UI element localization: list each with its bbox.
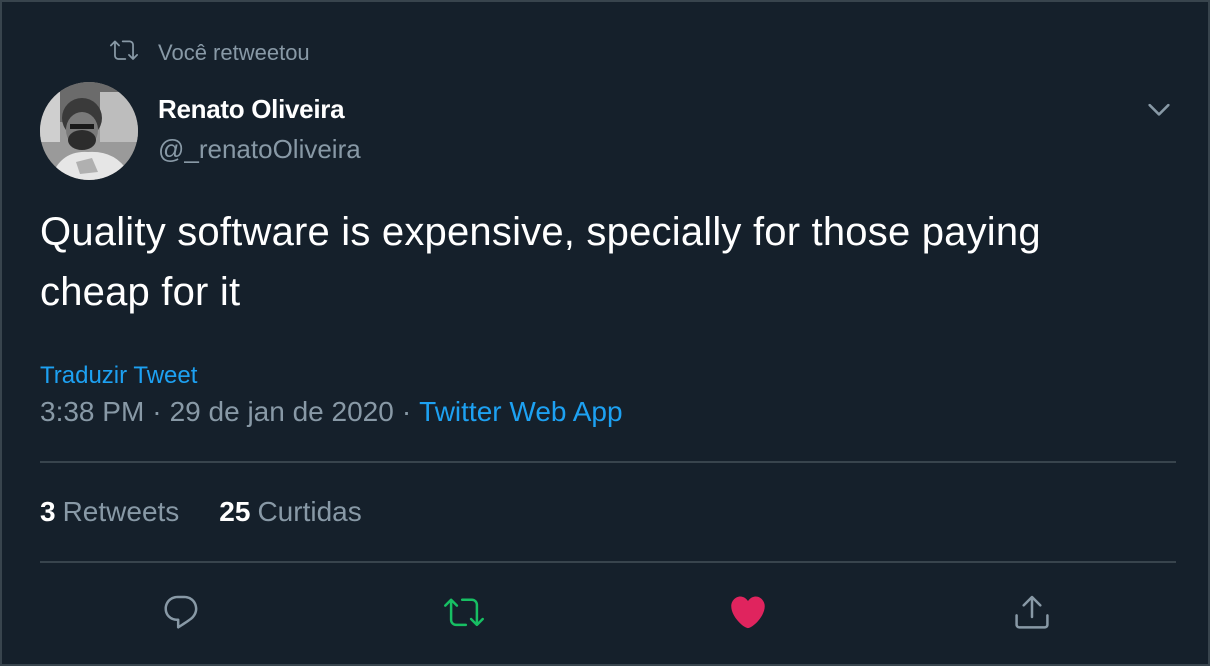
retweet-icon — [444, 598, 484, 627]
tweet-stats: 3 Retweets 25 Curtidas — [40, 496, 402, 528]
reply-button[interactable] — [157, 588, 205, 636]
retweet-context-label: Você retweetou — [158, 40, 310, 65]
tweet-time[interactable]: 3:38 PM — [40, 396, 144, 428]
share-icon — [1015, 595, 1049, 629]
like-button[interactable] — [724, 588, 772, 636]
meta-separator: · — [152, 396, 162, 427]
retweet-context[interactable]: Você retweetou — [110, 38, 310, 68]
likes-label: Curtidas — [257, 496, 362, 527]
divider — [40, 561, 1176, 563]
retweet-icon — [110, 36, 158, 70]
translate-tweet-link[interactable]: Traduzir Tweet — [40, 362, 197, 390]
retweets-label: Retweets — [62, 496, 180, 527]
tweet-text: Quality software is expensive, specially… — [40, 210, 1041, 314]
author-handle[interactable]: @_renatoOliveira — [158, 134, 361, 165]
likes-stat[interactable]: 25 Curtidas — [219, 496, 361, 528]
divider — [40, 461, 1176, 463]
heart-icon — [731, 596, 765, 629]
avatar[interactable] — [40, 82, 138, 180]
tweet-detail-card: Você retweetou Renato Oliveira @_renatoO… — [0, 0, 1210, 666]
author-name[interactable]: Renato Oliveira — [158, 94, 345, 125]
tweet-meta: 3:38 PM · 29 de jan de 2020 · Twitter We… — [40, 396, 623, 428]
meta-separator: · — [401, 396, 412, 427]
retweets-count: 3 — [40, 496, 56, 527]
reply-icon — [164, 595, 198, 629]
retweet-button[interactable] — [440, 588, 488, 636]
tweet-date[interactable]: 29 de jan de 2020 — [170, 396, 394, 428]
share-button[interactable] — [1008, 588, 1056, 636]
tweet-source-link[interactable]: Twitter Web App — [419, 396, 622, 428]
likes-count: 25 — [219, 496, 251, 527]
chevron-down-icon[interactable] — [1142, 92, 1176, 126]
retweets-stat[interactable]: 3 Retweets — [40, 496, 179, 528]
